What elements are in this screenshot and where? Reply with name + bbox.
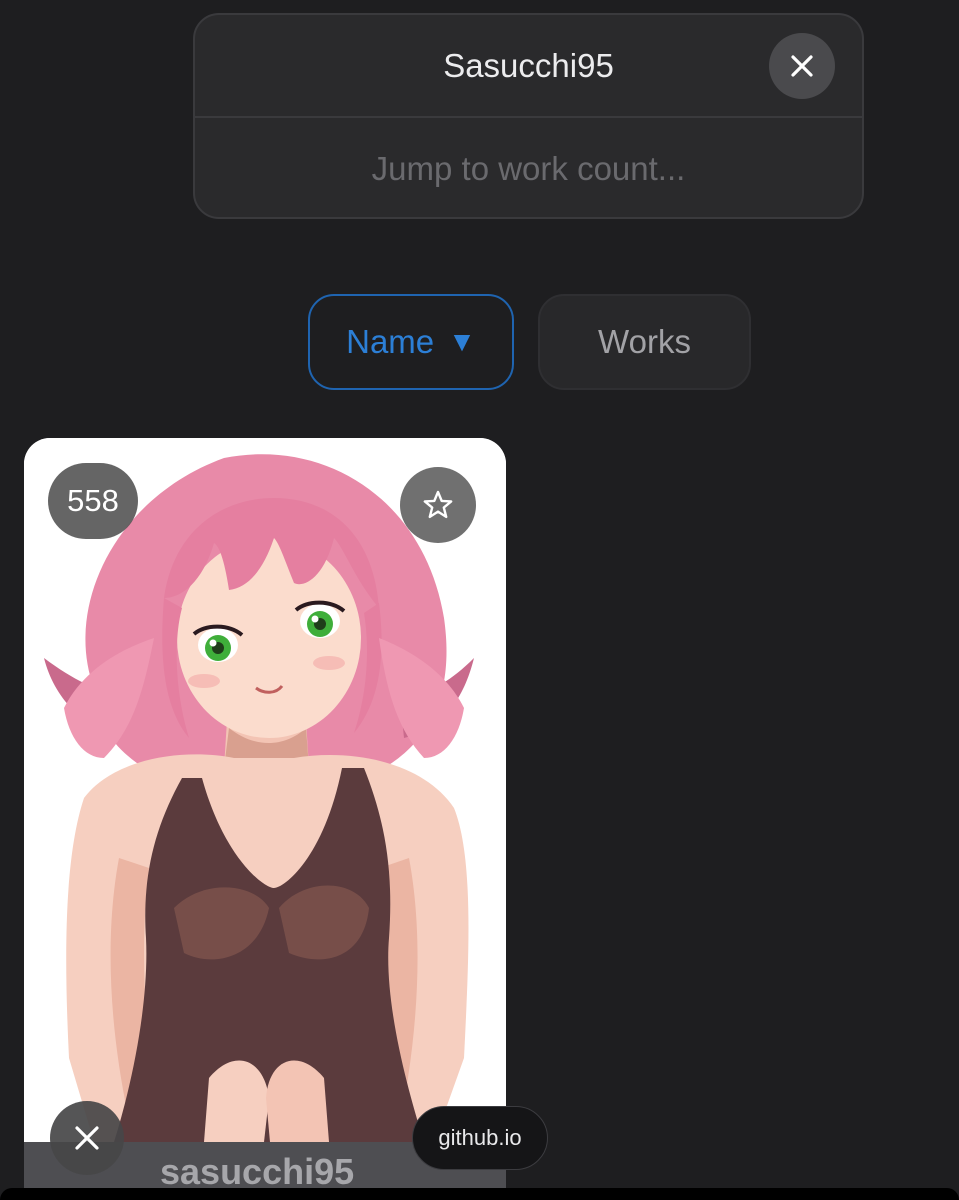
- search-input[interactable]: [195, 15, 862, 118]
- sort-by-works-button[interactable]: Works: [538, 294, 751, 390]
- jump-to-work-count-input[interactable]: [195, 118, 862, 219]
- url-domain-pill[interactable]: github.io: [412, 1106, 548, 1170]
- clear-search-button[interactable]: [769, 33, 835, 99]
- artist-card[interactable]: [24, 438, 506, 1158]
- search-panel: [193, 13, 864, 219]
- bottom-toolbar: [0, 1188, 959, 1200]
- close-tab-button[interactable]: [50, 1101, 124, 1175]
- close-icon: [75, 1126, 99, 1150]
- sort-by-name-button[interactable]: Name ▼: [308, 294, 514, 390]
- domain-label: github.io: [438, 1125, 522, 1150]
- sort-direction-icon: ▼: [448, 326, 476, 357]
- work-count: 558: [67, 483, 119, 518]
- sort-name-label: Name: [346, 323, 435, 360]
- work-count-badge: 558: [48, 463, 138, 539]
- close-icon: [791, 55, 813, 77]
- sort-works-label: Works: [598, 323, 691, 360]
- page: Name ▼ Works: [0, 0, 959, 1200]
- favorite-button[interactable]: [400, 467, 476, 543]
- star-outline-icon: [423, 490, 453, 519]
- artwork-image: [24, 438, 506, 1142]
